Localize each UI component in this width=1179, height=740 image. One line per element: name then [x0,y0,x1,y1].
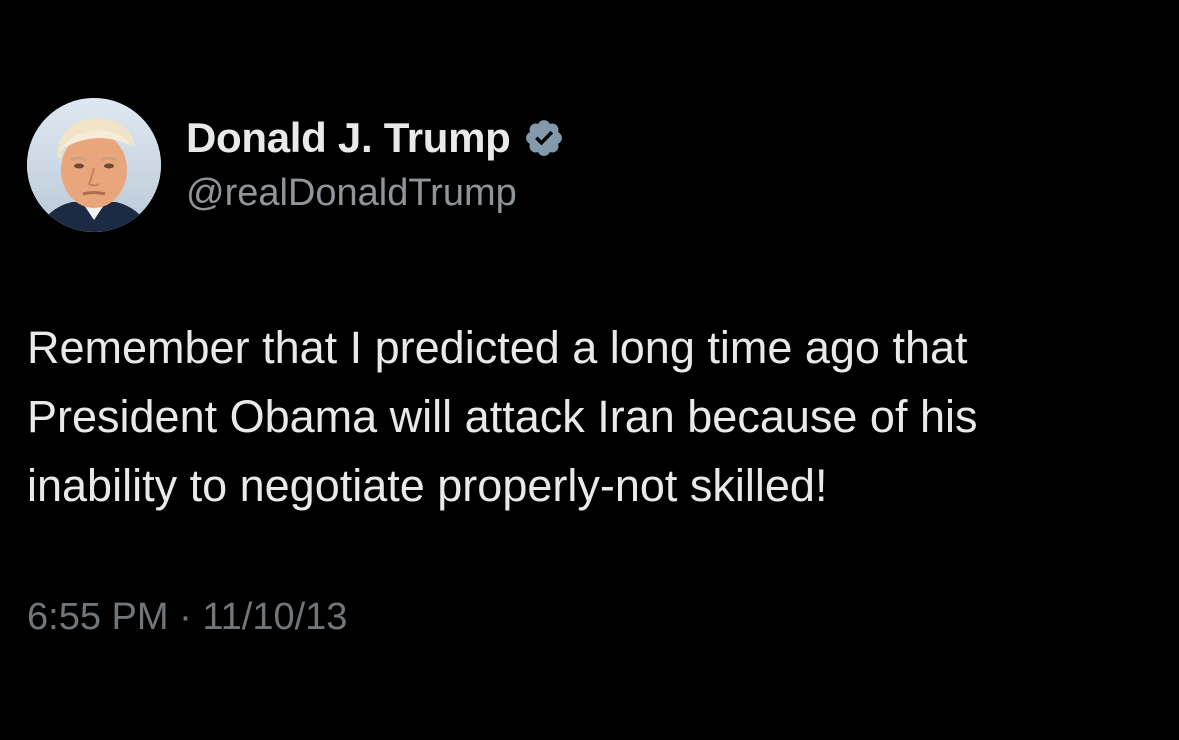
avatar[interactable] [27,98,161,232]
author-name-row[interactable]: Donald J. Trump [186,114,565,162]
timestamp-separator: · [179,596,192,638]
tweet-time[interactable]: 6:55 PM [27,596,169,638]
tweet-timestamp[interactable]: 6:55 PM · 11/10/13 [27,596,347,639]
tweet-text-line: inability to negotiate properly-not skil… [27,460,828,511]
author-display-name[interactable]: Donald J. Trump [186,114,511,162]
verified-badge-icon [523,117,565,159]
profile-photo-icon [27,98,161,232]
tweet-date[interactable]: 11/10/13 [202,596,347,638]
tweet-card: Donald J. Trump @realDonaldTrump Remembe… [0,0,1179,740]
tweet-text-line: Remember that I predicted a long time ag… [27,322,968,373]
tweet-text: Remember that I predicted a long time ag… [27,313,1157,520]
author-handle[interactable]: @realDonaldTrump [186,172,517,215]
tweet-text-line: President Obama will attack Iran because… [27,391,978,442]
